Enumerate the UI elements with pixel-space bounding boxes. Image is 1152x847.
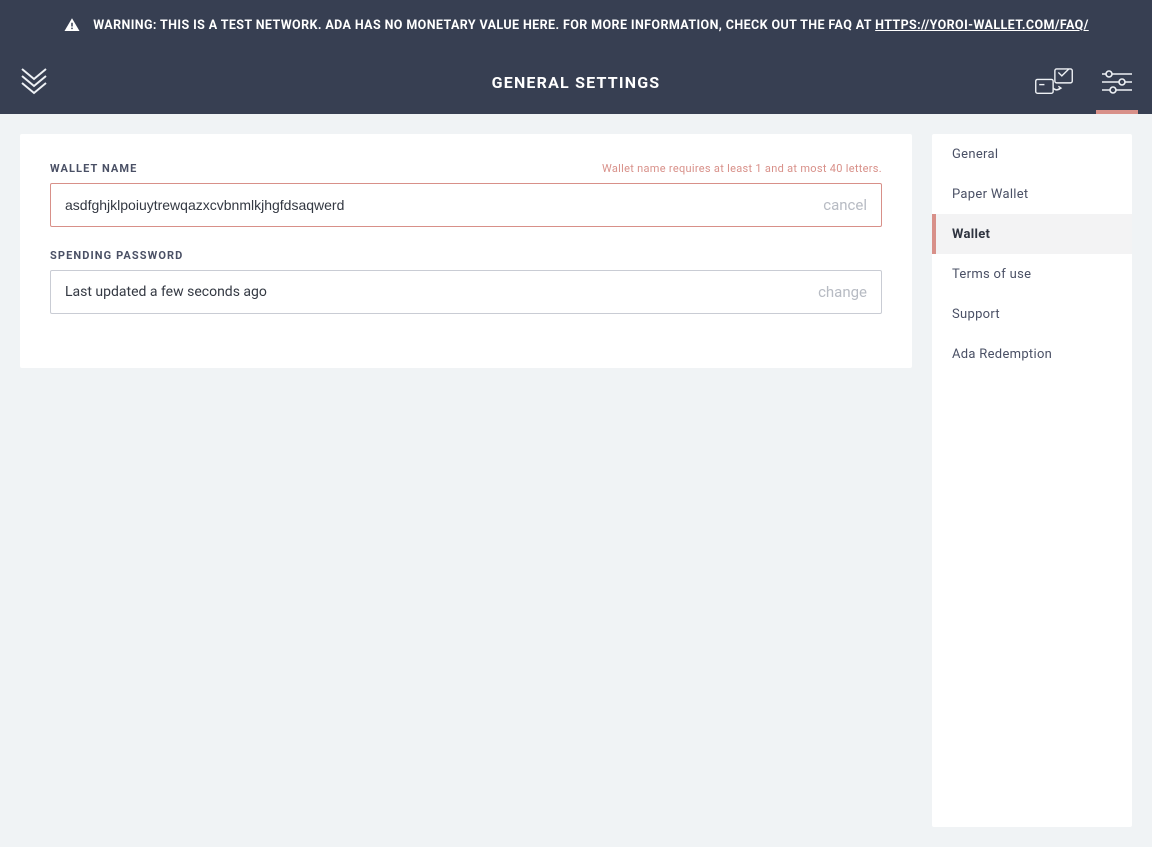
- wallet-transfer-icon[interactable]: [1034, 50, 1074, 114]
- sidebar-item-paper-wallet[interactable]: Paper Wallet: [932, 174, 1132, 214]
- wallet-name-field: WALLET NAME Wallet name requires at leas…: [50, 162, 882, 227]
- spending-password-label: SPENDING PASSWORD: [50, 249, 183, 262]
- wallet-name-input-row: cancel: [50, 183, 882, 227]
- warning-icon: [63, 16, 81, 34]
- sidebar-item-label: General: [952, 147, 998, 162]
- wallet-name-error: Wallet name requires at least 1 and at m…: [602, 162, 882, 175]
- spending-password-field: SPENDING PASSWORD Last updated a few sec…: [50, 249, 882, 314]
- sidebar-item-label: Ada Redemption: [952, 347, 1052, 362]
- sidebar-item-ada-redemption[interactable]: Ada Redemption: [932, 334, 1132, 374]
- settings-sidebar: General Paper Wallet Wallet Terms of use…: [932, 134, 1132, 827]
- sidebar-item-label: Paper Wallet: [952, 187, 1029, 202]
- sidebar-item-terms-of-use[interactable]: Terms of use: [932, 254, 1132, 294]
- page-title: GENERAL SETTINGS: [492, 73, 661, 92]
- banner-text: WARNING: THIS IS A TEST NETWORK. ADA HAS…: [93, 18, 1089, 33]
- sidebar-item-label: Support: [952, 307, 1000, 322]
- sidebar-item-label: Wallet: [952, 227, 990, 242]
- wallet-name-cancel-button[interactable]: cancel: [823, 196, 867, 214]
- test-network-banner: WARNING: THIS IS A TEST NETWORK. ADA HAS…: [0, 0, 1152, 50]
- banner-faq-link[interactable]: HTTPS://YOROI-WALLET.COM/FAQ/: [875, 18, 1089, 33]
- spending-password-change-button[interactable]: change: [818, 283, 867, 301]
- spending-password-row: Last updated a few seconds ago change: [50, 270, 882, 314]
- wallet-name-input[interactable]: [65, 197, 813, 213]
- page-body: WALLET NAME Wallet name requires at leas…: [0, 114, 1152, 847]
- sidebar-item-support[interactable]: Support: [932, 294, 1132, 334]
- banner-text-prefix: WARNING: THIS IS A TEST NETWORK. ADA HAS…: [93, 18, 875, 33]
- spending-password-status: Last updated a few seconds ago: [65, 284, 808, 300]
- app-header: GENERAL SETTINGS: [0, 50, 1152, 114]
- sidebar-item-wallet[interactable]: Wallet: [932, 214, 1132, 254]
- yoroi-logo-icon[interactable]: [20, 50, 48, 114]
- wallet-name-label: WALLET NAME: [50, 162, 137, 175]
- settings-icon[interactable]: [1102, 50, 1132, 114]
- sidebar-item-label: Terms of use: [952, 267, 1031, 282]
- sidebar-item-general[interactable]: General: [932, 134, 1132, 174]
- settings-card: WALLET NAME Wallet name requires at leas…: [20, 134, 912, 368]
